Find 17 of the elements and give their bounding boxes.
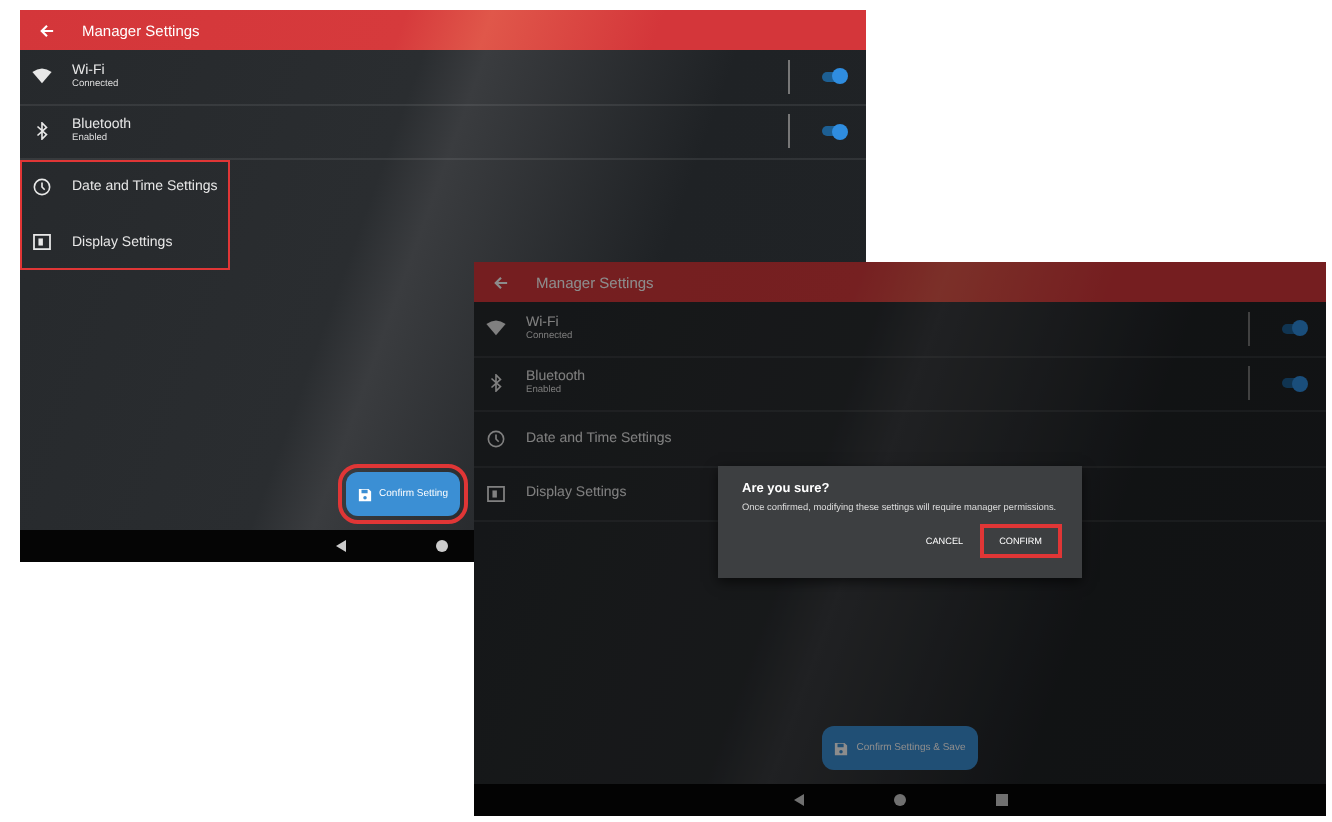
- toggle-switch[interactable]: [822, 71, 846, 82]
- toggle-switch[interactable]: [1282, 378, 1306, 389]
- bluetooth-icon: [32, 122, 52, 141]
- back-arrow-icon[interactable]: [494, 275, 508, 289]
- recents-icon[interactable]: [995, 794, 1007, 806]
- display-icon: [32, 234, 52, 251]
- wifi-icon: [32, 68, 52, 85]
- home-icon[interactable]: [436, 540, 448, 552]
- toggle-switch[interactable]: [1282, 323, 1306, 334]
- toggle-switch[interactable]: [822, 126, 846, 137]
- back-icon[interactable]: [336, 540, 346, 552]
- clock-icon: [486, 429, 506, 448]
- back-arrow-icon[interactable]: [40, 23, 54, 37]
- bluetooth-icon: [486, 374, 506, 393]
- clock-icon: [32, 178, 52, 197]
- display-icon: [486, 485, 506, 502]
- wifi-icon: [486, 320, 506, 337]
